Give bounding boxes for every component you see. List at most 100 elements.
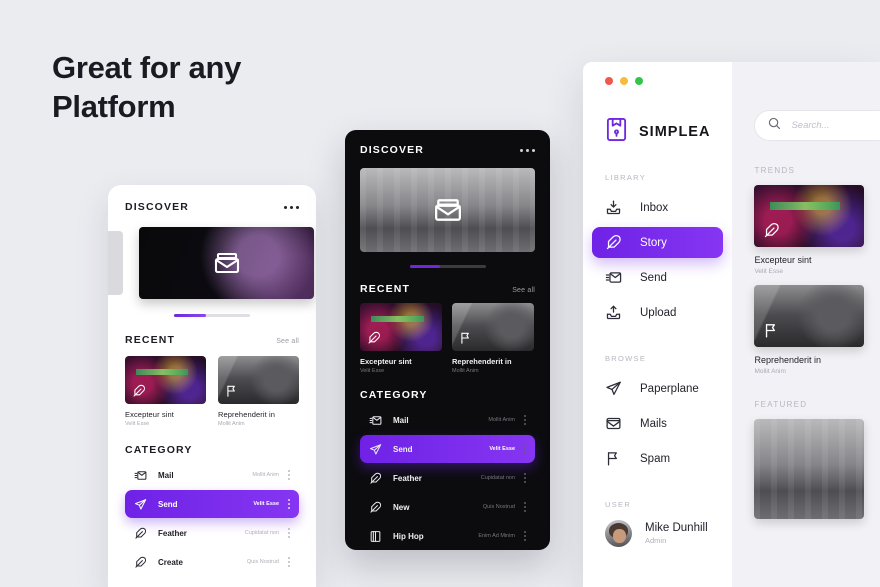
- category-row-mail[interactable]: Mail Mollit Anim: [125, 461, 299, 489]
- trend-card-subtitle: Velit Esse: [754, 268, 783, 275]
- recent-card-title: Excepteur sint: [125, 409, 174, 419]
- category-row-meta: Cupidatat non: [480, 475, 515, 481]
- category-row-label: Hip Hop: [393, 531, 424, 541]
- recent-card-title: Excepteur sint: [360, 356, 412, 366]
- category-row-send[interactable]: Send Velit Esse: [360, 435, 535, 463]
- mail-icon: [434, 197, 462, 223]
- recent-title: RECENT: [360, 282, 411, 295]
- recent-card-list: Excepteur sint Velit Esse Reprehenderit …: [125, 355, 299, 427]
- feather-icon: [132, 384, 146, 398]
- trend-card[interactable]: Excepteur sint Velit Esse: [754, 185, 865, 275]
- hero-slide-current[interactable]: [360, 168, 535, 252]
- flag-icon: [225, 384, 239, 398]
- recent-card-title: Reprehenderit in: [452, 356, 512, 366]
- category-row-mail[interactable]: Mail Mollit Anim: [360, 406, 535, 434]
- recent-card[interactable]: Reprehenderit in Mollit Anim: [218, 355, 299, 427]
- close-button[interactable]: [605, 77, 613, 85]
- more-vertical-icon[interactable]: [524, 502, 526, 512]
- recent-card-thumb: [218, 355, 299, 404]
- sidebar-item-label: Upload: [640, 306, 677, 319]
- carousel-progress[interactable]: [174, 314, 250, 317]
- more-vertical-icon[interactable]: [288, 499, 290, 509]
- feather-icon: [134, 527, 151, 540]
- category-row-label: Feather: [158, 528, 187, 538]
- sidebar-item-spam[interactable]: Spam: [592, 443, 723, 474]
- category-row-meta: Quis Nostrud: [246, 559, 279, 565]
- category-row-label: Send: [393, 444, 413, 454]
- sidebar-item-inbox[interactable]: Inbox: [592, 192, 723, 223]
- category-row-send[interactable]: Send Velit Esse: [125, 490, 299, 518]
- trend-card-subtitle: Mollit Anim: [754, 368, 786, 375]
- hero-carousel[interactable]: [108, 227, 314, 299]
- sidebar-item-story[interactable]: Story: [592, 227, 724, 258]
- more-vertical-icon[interactable]: [288, 557, 290, 567]
- recent-card-title: Reprehenderit in: [218, 409, 276, 419]
- sidebar-item-upload[interactable]: Upload: [592, 297, 723, 328]
- search-input[interactable]: Search...: [791, 120, 829, 131]
- sidebar-item-mails[interactable]: Mails: [592, 408, 723, 439]
- group-label-browse: BROWSE: [605, 354, 647, 363]
- recent-see-all-link[interactable]: See all: [276, 338, 299, 345]
- brand-logo[interactable]: SIMPLEA: [605, 117, 710, 147]
- feather-icon: [605, 234, 624, 251]
- mailbox-icon: [605, 117, 628, 147]
- upload-icon: [605, 304, 624, 321]
- search-bar[interactable]: Search...: [754, 110, 880, 141]
- recent-title: RECENT: [125, 333, 176, 346]
- category-list: Mail Mollit Anim Send Velit Esse Feather…: [360, 406, 535, 550]
- maximize-button[interactable]: [635, 77, 643, 85]
- category-row-create[interactable]: Create Quis Nostrud: [125, 548, 299, 576]
- more-horizontal-icon[interactable]: [284, 205, 299, 209]
- recent-card-list: Excepteur sint Velit Esse Reprehenderit …: [360, 302, 535, 374]
- sidebar: SIMPLEA LIBRARY Inbox Story Send Upload …: [583, 62, 733, 587]
- content-panel: Search... TRENDS Excepteur sint Velit Es…: [732, 62, 880, 587]
- page-title-line1: Great for any: [52, 50, 242, 85]
- hero-slide-prev[interactable]: [108, 231, 123, 295]
- sidebar-item-paperplane[interactable]: Paperplane: [592, 373, 723, 404]
- more-vertical-icon[interactable]: [288, 470, 290, 480]
- trend-card[interactable]: Reprehenderit in Mollit Anim: [754, 285, 865, 375]
- recent-card-subtitle: Mollit Anim: [218, 421, 245, 427]
- recent-card-subtitle: Mollit Anim: [452, 368, 479, 374]
- feather-icon: [763, 222, 780, 239]
- user-role: Admin: [645, 536, 667, 545]
- discover-title: DISCOVER: [125, 201, 190, 213]
- featured-card[interactable]: [754, 419, 865, 519]
- category-row-label: Mail: [393, 415, 409, 425]
- category-row-meta: Velit Esse: [489, 446, 515, 452]
- user-profile[interactable]: Mike Dunhill Admin: [605, 520, 710, 547]
- hero-slide-current[interactable]: [139, 227, 314, 299]
- more-vertical-icon[interactable]: [524, 473, 526, 483]
- recent-card-subtitle: Velit Esse: [125, 421, 150, 427]
- sidebar-item-send[interactable]: Send: [592, 262, 723, 293]
- brand-name: SIMPLEA: [639, 124, 711, 140]
- trends-label: TRENDS: [754, 166, 796, 175]
- category-row-meta: Enim Ad Minim: [478, 533, 515, 539]
- feather-icon: [367, 331, 381, 345]
- recent-card[interactable]: Reprehenderit in Mollit Anim: [452, 302, 534, 374]
- recent-card[interactable]: Excepteur sint Velit Esse: [125, 355, 206, 427]
- recent-card[interactable]: Excepteur sint Velit Esse: [360, 302, 442, 374]
- category-row-hiphop[interactable]: Hip Hop Enim Ad Minim: [360, 522, 535, 550]
- minimize-button[interactable]: [620, 77, 628, 85]
- more-vertical-icon[interactable]: [524, 444, 526, 454]
- more-horizontal-icon[interactable]: [520, 148, 535, 152]
- trend-card-thumb: [754, 185, 865, 247]
- sidebar-item-label: Send: [640, 271, 667, 284]
- carousel-progress[interactable]: [409, 265, 486, 268]
- more-vertical-icon[interactable]: [288, 528, 290, 538]
- recent-see-all-link[interactable]: See all: [512, 287, 535, 294]
- group-label-library: LIBRARY: [605, 173, 647, 182]
- category-row-feather[interactable]: Feather Cupidatat non: [360, 464, 535, 492]
- recent-card-thumb: [125, 355, 206, 404]
- trend-card-thumb: [754, 285, 865, 347]
- category-row-feather[interactable]: Feather Cupidatat non: [125, 519, 299, 547]
- category-row-new[interactable]: New Quis Nostrud: [360, 493, 535, 521]
- more-vertical-icon[interactable]: [524, 531, 526, 541]
- recent-card-subtitle: Velit Esse: [360, 368, 385, 374]
- category-row-meta: Velit Esse: [253, 501, 279, 507]
- more-vertical-icon[interactable]: [524, 415, 526, 425]
- flag-icon: [605, 450, 624, 467]
- recent-card-thumb: [452, 302, 534, 351]
- category-row-meta: Mollit Anim: [488, 417, 515, 423]
